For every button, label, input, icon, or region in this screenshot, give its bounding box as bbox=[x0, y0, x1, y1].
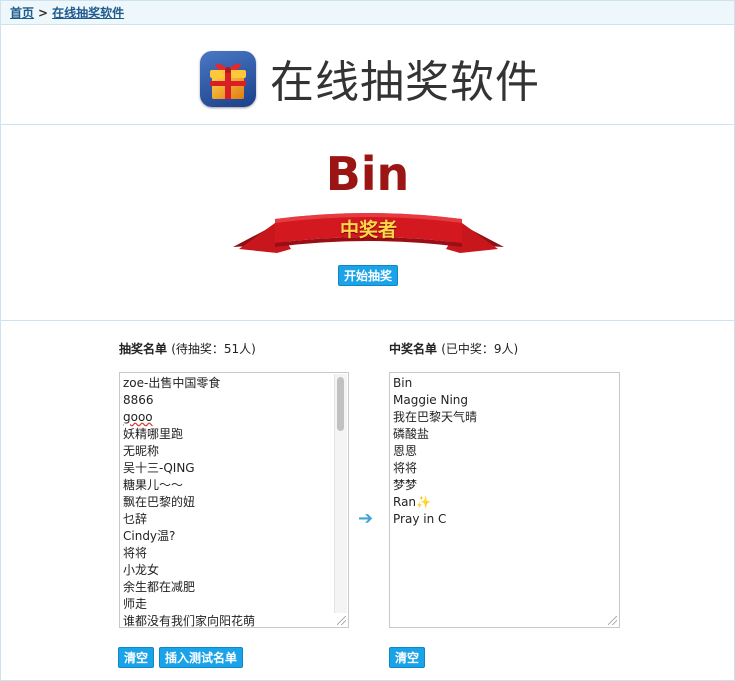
candidate-count: (待抽奖：51人) bbox=[171, 342, 256, 356]
list-item: Pray in C bbox=[393, 512, 447, 526]
candidate-list-heading: 抽奖名单 bbox=[119, 342, 168, 356]
list-item: Maggie Ning bbox=[393, 393, 469, 407]
clear-winners-button[interactable]: 清空 bbox=[389, 647, 426, 668]
list-item: 谁都没有我们家向阳花萌 bbox=[123, 614, 256, 628]
list-item: 师走 bbox=[123, 597, 148, 611]
candidate-list-items: zoe-出售中国零食 8866 gooo 妖精哪里跑无昵称吴十三-QING 糖果儿～～ 飘… bbox=[123, 375, 345, 628]
page-header: 在线抽奖软件 bbox=[1, 26, 734, 125]
list-item: 将将 bbox=[123, 546, 148, 560]
list-item: 糖果儿～～ bbox=[123, 478, 184, 492]
breadcrumb-current-link[interactable]: 在线抽奖软件 bbox=[52, 6, 124, 20]
gift-box-icon bbox=[200, 51, 256, 107]
list-item: 磷酸盐 bbox=[393, 427, 430, 441]
scroll-thumb[interactable] bbox=[337, 377, 344, 431]
winner-name: Bin bbox=[325, 147, 410, 201]
list-item: zoe-出售中国零食 bbox=[123, 376, 221, 390]
candidate-list-scrollbar[interactable] bbox=[334, 374, 347, 613]
candidate-list-title: 抽奖名单 (待抽奖：51人) bbox=[119, 340, 256, 357]
winner-list-heading: 中奖名单 bbox=[389, 342, 438, 356]
list-item: Ran✨ bbox=[393, 495, 431, 509]
winner-list-items: Bin Maggie Ning 我在巴黎天气晴 磷酸盐恩恩将将梦梦 Ran✨ Pray i… bbox=[393, 375, 616, 528]
ribbon-label: 中奖者 bbox=[339, 219, 397, 241]
list-item: 飘在巴黎的妞 bbox=[123, 495, 196, 509]
breadcrumb-home-link[interactable]: 首页 bbox=[10, 6, 34, 20]
list-item: Bin bbox=[393, 376, 413, 390]
list-item: 8866 bbox=[123, 393, 154, 407]
start-draw-button[interactable]: 开始抽奖 bbox=[338, 265, 399, 286]
winner-list-title: 中奖名单 (已中奖：9人) bbox=[389, 340, 518, 357]
list-item: 余生都在减肥 bbox=[123, 580, 196, 594]
winner-count: (已中奖：9人) bbox=[441, 342, 519, 356]
list-item: 梦梦 bbox=[393, 478, 418, 492]
list-item: 妖精哪里跑 bbox=[123, 427, 184, 441]
list-item: 我在巴黎天气晴 bbox=[393, 410, 478, 424]
list-item: Cindy温? bbox=[123, 529, 176, 543]
resize-grip-icon[interactable] bbox=[608, 616, 617, 625]
resize-grip-icon[interactable] bbox=[337, 616, 346, 625]
breadcrumb-separator: > bbox=[38, 6, 49, 20]
breadcrumb: 首页 > 在线抽奖软件 bbox=[1, 1, 734, 25]
page-title: 在线抽奖软件 bbox=[270, 57, 540, 108]
list-item: 无昵称 bbox=[123, 444, 160, 458]
list-item: 小龙女 bbox=[123, 563, 160, 577]
list-item: 恩恩 bbox=[393, 444, 418, 458]
winner-list-textarea[interactable]: Bin Maggie Ning 我在巴黎天气晴 磷酸盐恩恩将将梦梦 Ran✨ Pray i… bbox=[389, 372, 620, 628]
list-item: 乜辞 bbox=[123, 512, 148, 526]
insert-test-list-button[interactable]: 插入测试名单 bbox=[159, 647, 244, 668]
list-item: gooo bbox=[123, 410, 153, 424]
candidate-list-textarea[interactable]: zoe-出售中国零食 8866 gooo 妖精哪里跑无昵称吴十三-QING 糖果儿～～ 飘… bbox=[119, 372, 349, 628]
clear-candidates-button[interactable]: 清空 bbox=[118, 647, 155, 668]
draw-area: Bin 中奖者 开始抽奖 bbox=[1, 125, 734, 321]
list-item: 将将 bbox=[393, 461, 418, 475]
list-item: 吴十三-QING bbox=[123, 461, 195, 475]
arrow-right-icon: ➔ bbox=[358, 508, 374, 529]
